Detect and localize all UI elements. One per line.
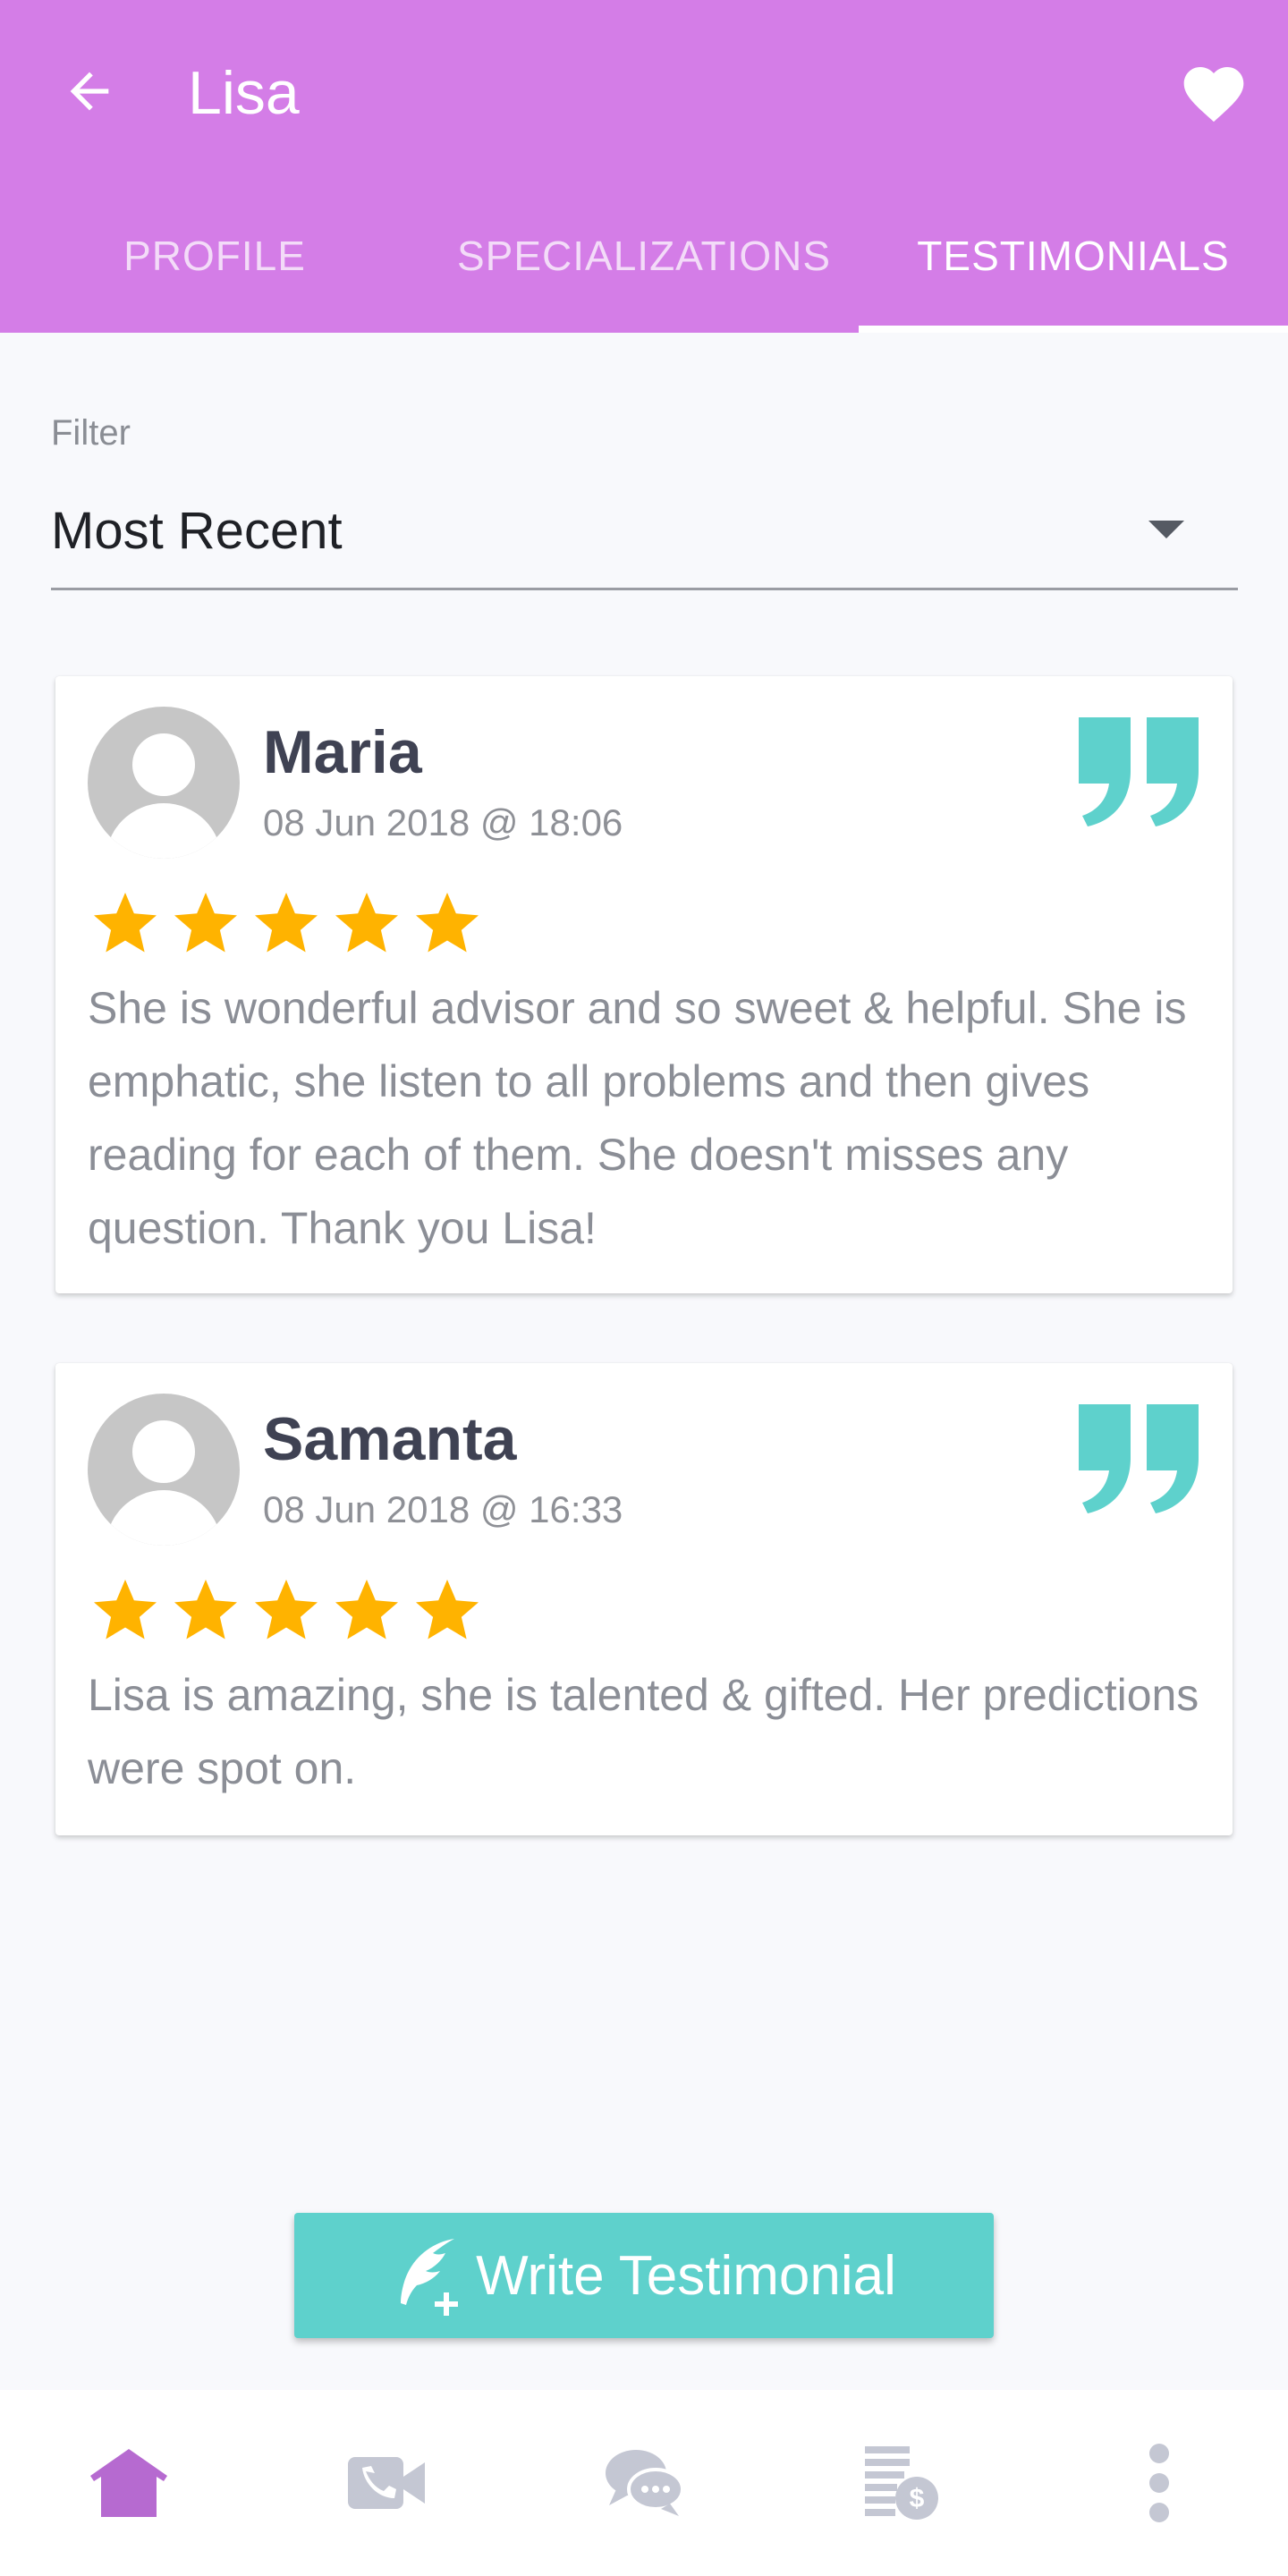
- star-icon: [94, 1580, 157, 1640]
- chat-icon: [606, 2450, 684, 2516]
- write-testimonial-label: Write Testimonial: [476, 2244, 896, 2307]
- quote-icon: [1079, 717, 1199, 826]
- arrow-left-icon: [70, 72, 109, 111]
- filter-label: Filter: [51, 413, 131, 453]
- filter-selected-value: Most Recent: [51, 502, 343, 560]
- review-text: She is wonderful advisor and so sweet & …: [88, 983, 1187, 1253]
- feather-plus-icon: [401, 2239, 459, 2316]
- reviewer-name: Maria: [263, 718, 422, 786]
- back-button[interactable]: [54, 55, 125, 127]
- star-icon: [94, 893, 157, 953]
- star-icon: [255, 1580, 318, 1640]
- avatar: [88, 707, 240, 859]
- reviewer-name: Samanta: [263, 1405, 517, 1473]
- review-date: 08 Jun 2018 @ 16:33: [263, 1488, 623, 1530]
- star-icon: [416, 1580, 479, 1640]
- app-bar: Lisa PROFILE SPECIALIZATIONS TESTIMONIAL…: [0, 0, 1288, 333]
- favorite-button[interactable]: [1174, 54, 1254, 134]
- star-rating: [88, 1573, 485, 1648]
- tab-bar: PROFILE SPECIALIZATIONS TESTIMONIALS: [0, 206, 1288, 333]
- dropdown-arrow-icon: [1148, 521, 1184, 538]
- heart-icon: [1183, 67, 1244, 123]
- billing-icon: $: [865, 2446, 938, 2520]
- page-title: Lisa: [188, 59, 300, 127]
- nav-billing[interactable]: $: [773, 2390, 1030, 2576]
- nav-home[interactable]: [0, 2390, 258, 2576]
- write-testimonial-button[interactable]: Write Testimonial: [294, 2213, 994, 2338]
- testimonial-card: Samanta 08 Jun 2018 @ 16:33 Lisa is amaz…: [55, 1363, 1233, 1835]
- testimonial-card: Maria 08 Jun 2018 @ 18:06 She is wonderf…: [55, 676, 1233, 1293]
- star-icon: [416, 893, 479, 953]
- svg-text:$: $: [910, 2484, 925, 2513]
- review-date: 08 Jun 2018 @ 18:06: [263, 801, 623, 843]
- star-icon: [174, 893, 237, 953]
- star-icon: [255, 893, 318, 953]
- star-icon: [335, 893, 398, 953]
- nav-chat[interactable]: [515, 2390, 773, 2576]
- nav-video-call[interactable]: [258, 2390, 515, 2576]
- quote-icon: [1079, 1404, 1199, 1513]
- tab-profile[interactable]: PROFILE: [0, 206, 429, 333]
- tab-testimonials[interactable]: TESTIMONIALS: [859, 206, 1288, 333]
- video-call-icon: [348, 2457, 425, 2509]
- star-icon: [335, 1580, 398, 1640]
- avatar: [88, 1394, 240, 1546]
- star-rating: [88, 886, 485, 962]
- more-icon: [1149, 2444, 1169, 2522]
- home-icon: [90, 2449, 167, 2517]
- filter-dropdown[interactable]: Most Recent: [51, 483, 1238, 590]
- star-icon: [174, 1580, 237, 1640]
- review-text: Lisa is amazing, she is talented & gifte…: [88, 1670, 1199, 1793]
- nav-more[interactable]: [1030, 2390, 1288, 2576]
- bottom-nav: $: [0, 2390, 1288, 2576]
- tab-specializations[interactable]: SPECIALIZATIONS: [429, 206, 859, 333]
